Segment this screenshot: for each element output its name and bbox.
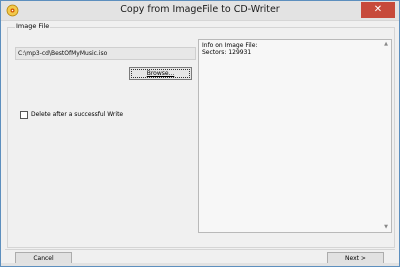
info-sectors: Sectors: 129931	[202, 49, 252, 56]
image-file-group: Image File C:\mp3-cd\BestOfMyMusic.iso B…	[7, 22, 395, 248]
browse-button-label: Browse...	[146, 70, 175, 77]
delete-after-write-label: Delete after a successful Write	[31, 111, 124, 118]
delete-after-write-option[interactable]: Delete after a successful Write	[20, 110, 123, 119]
window-title: Copy from ImageFile to CD-Writer	[120, 4, 280, 15]
title-bar[interactable]: Copy from ImageFile to CD-Writer ✕	[1, 1, 399, 21]
info-title: Info on Image File:	[202, 42, 258, 49]
footer-divider	[5, 249, 395, 250]
bottom-strip	[1, 263, 399, 266]
dialog-client-area: Image File C:\mp3-cd\BestOfMyMusic.iso B…	[5, 21, 395, 266]
scroll-up-icon[interactable]: ▲	[382, 41, 390, 48]
close-icon: ✕	[373, 4, 383, 15]
browse-button[interactable]: Browse...	[129, 67, 192, 80]
close-button[interactable]: ✕	[361, 2, 395, 18]
scroll-down-icon[interactable]: ▼	[382, 224, 390, 231]
delete-after-write-checkbox[interactable]	[20, 110, 28, 119]
cancel-button-label: Cancel	[33, 255, 54, 262]
dialog-window: Copy from ImageFile to CD-Writer ✕ Image…	[0, 0, 400, 267]
image-path-field[interactable]: C:\mp3-cd\BestOfMyMusic.iso	[15, 47, 196, 60]
image-info-box[interactable]: Info on Image File: Sectors: 129931 ▲ ▼	[198, 39, 392, 233]
group-label: Image File	[15, 22, 51, 30]
next-button-label: Next >	[345, 255, 366, 262]
